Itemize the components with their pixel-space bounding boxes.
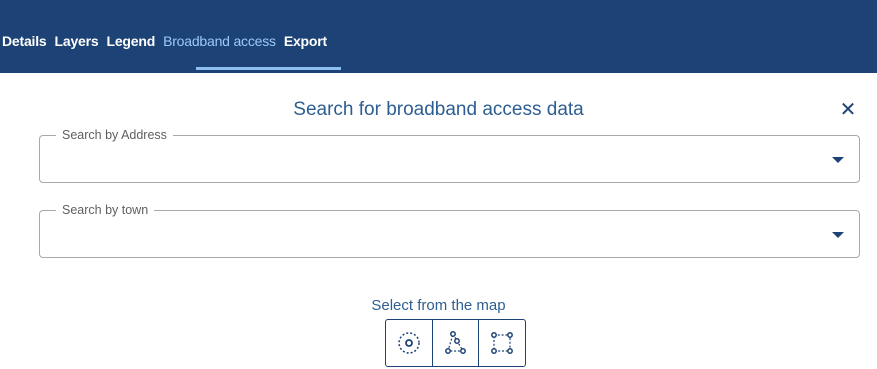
rectangle-select-button[interactable]: [478, 319, 526, 367]
circle-select-icon: [398, 332, 420, 354]
top-nav-bar: Details Layers Legend Broadband access E…: [0, 0, 877, 73]
close-icon[interactable]: ✕: [838, 98, 858, 122]
tab-layers[interactable]: Layers: [55, 31, 99, 51]
circle-select-button[interactable]: [385, 319, 433, 367]
tab-strip: Details Layers Legend Broadband access E…: [0, 31, 327, 51]
address-search-input[interactable]: [54, 148, 818, 172]
active-tab-indicator: [196, 67, 341, 70]
polygon-select-button[interactable]: [431, 319, 480, 367]
tab-export[interactable]: Export: [284, 31, 327, 51]
polygon-select-icon: [444, 331, 466, 354]
town-search-field[interactable]: Search by town: [39, 202, 860, 258]
tab-details[interactable]: Details: [2, 31, 47, 51]
town-field-label: Search by town: [56, 202, 155, 218]
map-select-label: Select from the map: [371, 297, 506, 314]
map-select-toolbar: [385, 319, 526, 367]
town-search-input[interactable]: [54, 223, 818, 247]
panel-title: Search for broadband access data: [293, 99, 584, 120]
rectangle-select-icon: [491, 332, 513, 354]
address-field-label: Search by Address: [56, 127, 173, 143]
address-search-field[interactable]: Search by Address: [39, 127, 860, 183]
tab-broadband-access[interactable]: Broadband access: [163, 31, 276, 51]
chevron-down-icon[interactable]: [832, 232, 844, 238]
chevron-down-icon[interactable]: [832, 157, 844, 163]
tab-legend[interactable]: Legend: [106, 31, 155, 51]
